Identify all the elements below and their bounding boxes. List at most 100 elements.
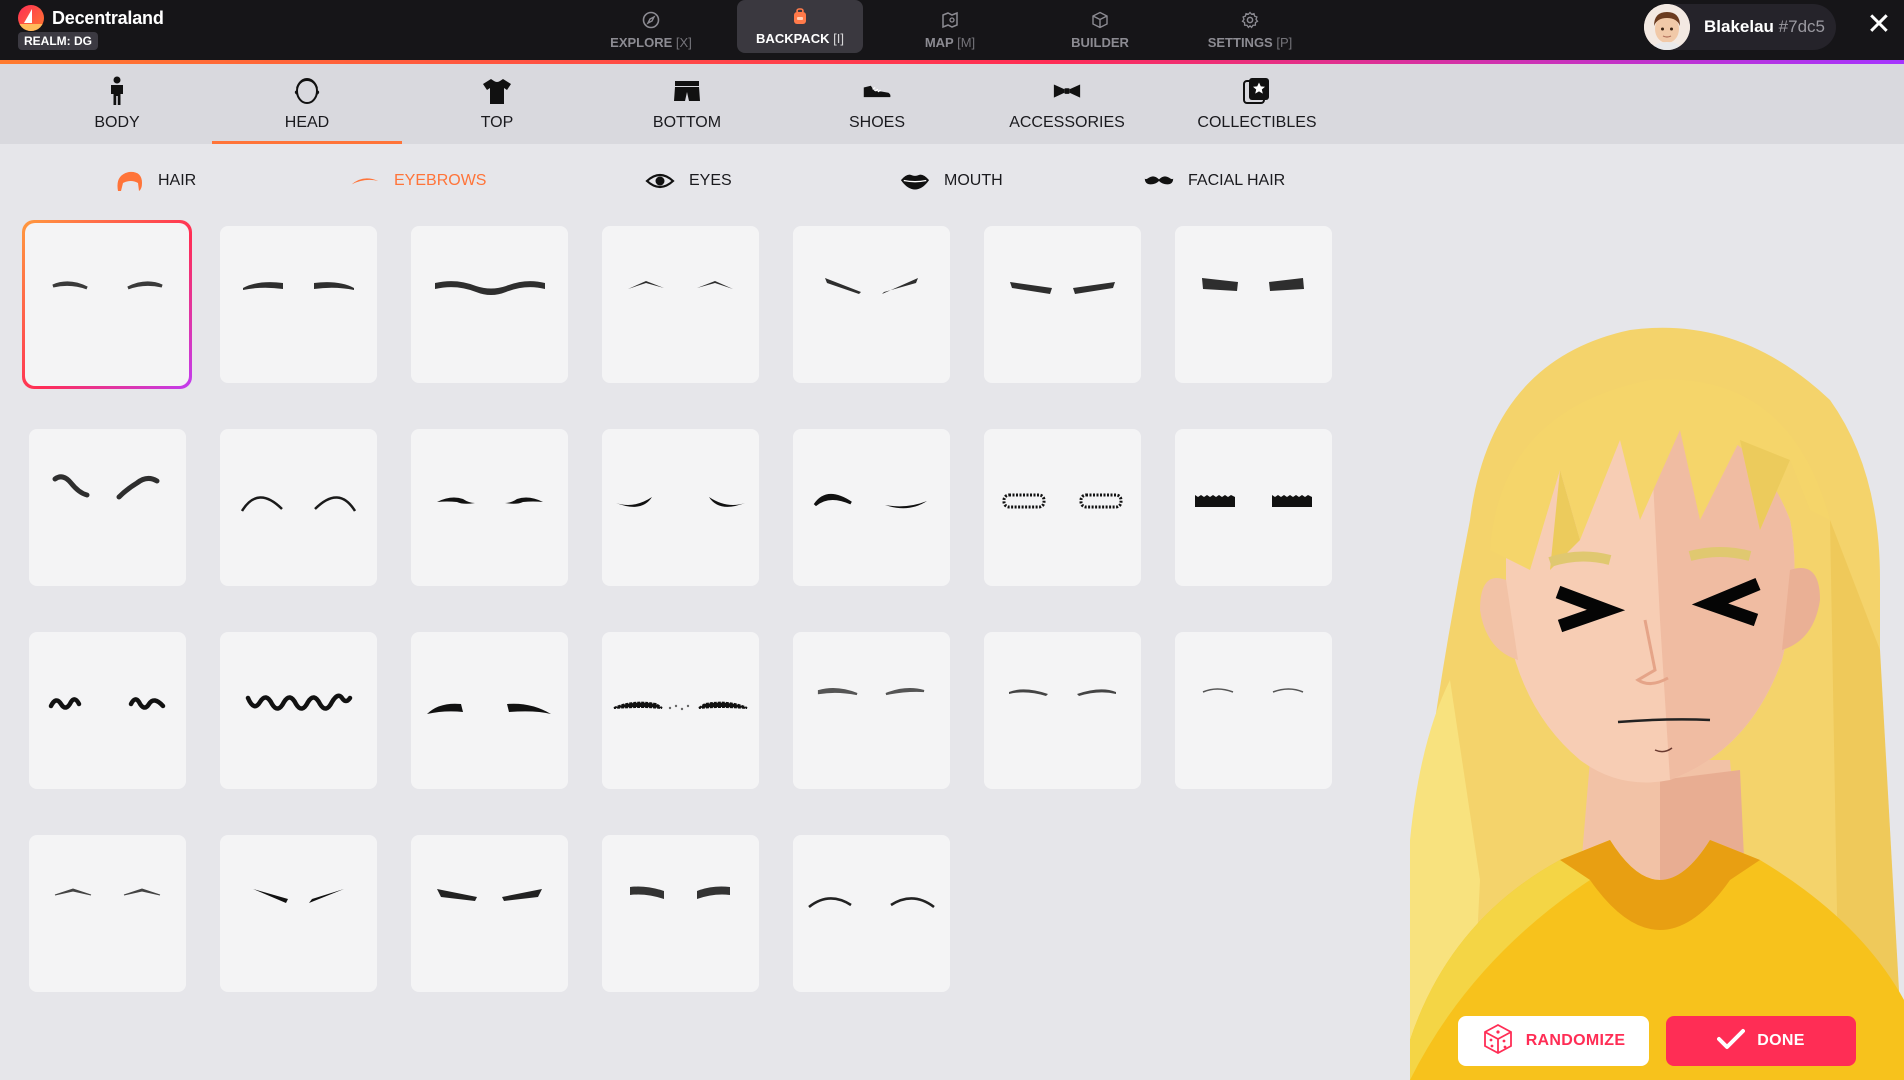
done-label: DONE (1757, 1032, 1805, 1049)
category-bottom[interactable]: BOTTOM (592, 64, 782, 144)
eyebrow-icon (350, 168, 380, 194)
category-accessories[interactable]: ACCESSORIES (972, 64, 1162, 144)
user-profile[interactable]: Blakelau #7dc5 (1644, 4, 1836, 50)
item-tile-17[interactable] (411, 632, 568, 789)
item-tile-22[interactable] (29, 835, 186, 992)
eyebrow-thumbnail (437, 497, 543, 504)
shorts-icon (672, 76, 702, 106)
checkmark-icon (1717, 1028, 1746, 1055)
item-tile-14[interactable] (1175, 429, 1332, 586)
eye-icon (645, 168, 675, 194)
eyebrow-thumbnail (825, 278, 918, 294)
eyebrow-thumbnail (616, 497, 745, 507)
randomize-button[interactable]: RANDOMIZE (1458, 1016, 1649, 1066)
item-tile-25[interactable] (602, 835, 759, 992)
subcategory-mouth[interactable]: MOUTH (900, 168, 1003, 194)
randomize-label: RANDOMIZE (1525, 1032, 1626, 1049)
cube-icon (1091, 11, 1109, 29)
eyebrow-thumbnail (435, 281, 545, 295)
category-body[interactable]: BODY (22, 64, 212, 144)
item-tile-13[interactable] (984, 429, 1141, 586)
star-cards-icon (1242, 76, 1272, 106)
eyebrow-thumbnail (48, 697, 166, 710)
user-tag: #7dc5 (1778, 17, 1825, 36)
eyebrow-thumbnail (427, 703, 551, 714)
nav-settings[interactable]: SETTINGS [P] (1195, 0, 1305, 60)
nav-builder[interactable]: BUILDER (1050, 0, 1150, 60)
item-tile-19[interactable] (793, 632, 950, 789)
decentraland-logo-icon (18, 5, 44, 31)
category-head[interactable]: HEAD (212, 64, 402, 144)
item-tile-12[interactable] (793, 429, 950, 586)
eyebrow-thumbnail (437, 889, 542, 901)
item-tile-20[interactable] (984, 632, 1141, 789)
item-tile-15[interactable] (29, 632, 186, 789)
app-name: Decentraland (52, 7, 164, 28)
realm-badge: REALM: DG (18, 32, 98, 50)
eyebrow-thumbnail (1195, 495, 1312, 507)
eyebrow-thumbnail (52, 281, 163, 290)
category-top[interactable]: TOP (402, 64, 592, 144)
item-tile-21[interactable] (1175, 632, 1332, 789)
eyebrow-thumbnail (630, 886, 730, 899)
item-tile-8[interactable] (29, 429, 186, 586)
eyebrow-thumbnail (52, 474, 160, 500)
category-shoes[interactable]: SHOES (782, 64, 972, 144)
lips-icon (900, 168, 930, 194)
eyebrow-thumbnail (245, 693, 353, 711)
close-icon[interactable]: ✕ (1866, 10, 1892, 40)
app-logo: Decentraland (18, 5, 164, 31)
dice-icon (1482, 1023, 1514, 1060)
eyebrow-thumbnail (1202, 688, 1304, 693)
nav-map[interactable]: MAP [M] (900, 0, 1000, 60)
hair-icon (114, 168, 144, 194)
item-tile-9[interactable] (220, 429, 377, 586)
shirt-icon (482, 76, 512, 106)
shoe-icon (862, 76, 892, 106)
nav-explore[interactable]: EXPLORE [X] (596, 0, 706, 60)
bowtie-icon (1052, 76, 1082, 106)
eyebrow-thumbnail (628, 281, 733, 289)
done-button[interactable]: DONE (1666, 1016, 1856, 1066)
item-tile-6[interactable] (984, 226, 1141, 383)
eyebrow-thumbnail (1009, 689, 1116, 696)
head-icon (292, 76, 322, 106)
eyebrow-thumbnail (54, 888, 161, 896)
category-bar: BODY HEAD TOP BOTTOM SHOES ACCESSORIES C… (0, 64, 1904, 144)
item-tile-4[interactable] (602, 226, 759, 383)
item-tile-11[interactable] (602, 429, 759, 586)
item-tile-10[interactable] (411, 429, 568, 586)
compass-icon (642, 11, 660, 29)
eyebrow-thumbnail (253, 889, 344, 903)
nav-backpack[interactable]: BACKPACK [I] (737, 0, 863, 53)
mustache-icon (1144, 168, 1174, 194)
avatar-preview[interactable] (1410, 320, 1904, 1080)
eyebrow-thumbnail (817, 687, 925, 696)
eyebrow-thumbnail (240, 496, 357, 512)
item-tile-18[interactable] (602, 632, 759, 789)
subcategory-facial-hair[interactable]: FACIAL HAIR (1144, 168, 1285, 194)
item-tile-26[interactable] (793, 835, 950, 992)
body-icon (102, 76, 132, 106)
eyebrow-thumbnail (1002, 493, 1123, 509)
eyebrow-thumbnail (613, 701, 748, 711)
item-tile-2[interactable] (220, 226, 377, 383)
item-tile-7[interactable] (1175, 226, 1332, 383)
item-tile-3[interactable] (411, 226, 568, 383)
subcategory-eyebrows[interactable]: EYEBROWS (350, 168, 486, 194)
avatar (1644, 4, 1690, 50)
item-tile-5[interactable] (793, 226, 950, 383)
username: Blakelau (1704, 17, 1774, 36)
item-tile-24[interactable] (411, 835, 568, 992)
backpack-icon (791, 7, 809, 25)
subcategory-eyes[interactable]: EYES (645, 168, 732, 194)
item-tile-23[interactable] (220, 835, 377, 992)
category-collectibles[interactable]: COLLECTIBLES (1162, 64, 1352, 144)
eyebrow-thumbnail (1010, 282, 1115, 294)
item-tile-1[interactable] (29, 226, 186, 383)
map-icon (941, 11, 959, 29)
subcategory-hair[interactable]: HAIR (114, 168, 196, 194)
eyebrow-thumbnail (1202, 278, 1304, 291)
item-tile-16[interactable] (220, 632, 377, 789)
eyebrow-thumbnail (243, 282, 354, 290)
